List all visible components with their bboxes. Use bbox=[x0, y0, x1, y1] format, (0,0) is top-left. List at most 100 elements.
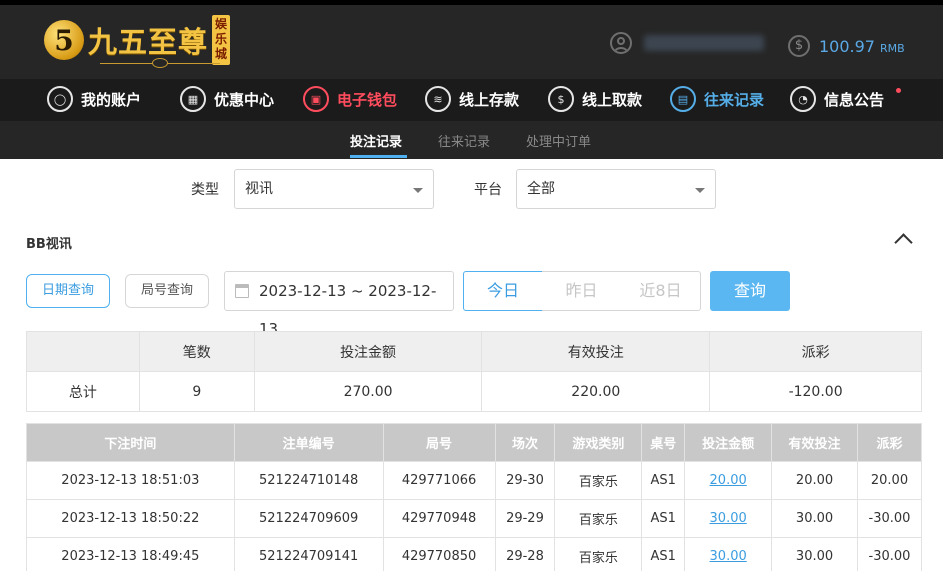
gift-icon: ▦ bbox=[180, 86, 206, 112]
active-tab-indicator bbox=[350, 155, 407, 158]
balance-amount: 100.97 bbox=[819, 36, 875, 56]
type-select-value: 视讯 bbox=[245, 181, 273, 197]
username-redacted bbox=[644, 35, 764, 51]
type-label: 类型 bbox=[191, 182, 219, 198]
quick-last-8-days-button[interactable]: 近8日 bbox=[621, 271, 701, 311]
table-row: 2023-12-13 18:51:03 521224710148 4297710… bbox=[26, 461, 923, 500]
cell-round-id: 429770948 bbox=[382, 499, 496, 538]
nav-announcements[interactable]: ◔ 信息公告 bbox=[790, 86, 884, 112]
nav-label: 优惠中心 bbox=[214, 90, 275, 109]
records-header-row: 下注时间 注单编号 局号 场次 游戏类别 桌号 投注金额 有效投注 派彩 bbox=[26, 423, 923, 462]
platform-select[interactable]: 全部 bbox=[516, 169, 716, 209]
sub-tabs: 投注记录 往来记录 处理中订单 bbox=[0, 121, 943, 159]
nav-label: 电子钱包 bbox=[337, 90, 398, 109]
chevron-up-icon[interactable] bbox=[894, 233, 913, 252]
tab-transaction-records[interactable]: 往来记录 bbox=[438, 131, 490, 150]
column-header: 场次 bbox=[494, 423, 556, 462]
summary-header-cell: 投注金额 bbox=[253, 331, 483, 372]
column-header: 下注时间 bbox=[26, 423, 235, 462]
bell-icon: ◔ bbox=[790, 86, 816, 112]
cell-bet-time: 2023-12-13 18:51:03 bbox=[26, 461, 235, 500]
wallet-icon: ▣ bbox=[303, 86, 329, 112]
cell-round-id: 429770850 bbox=[382, 537, 496, 571]
cell-table-no: AS1 bbox=[641, 461, 686, 500]
nav-promotions[interactable]: ▦ 优惠中心 bbox=[180, 86, 274, 112]
cell-bet-time: 2023-12-13 18:49:45 bbox=[26, 537, 235, 571]
bet-amount-link[interactable]: 30.00 bbox=[710, 511, 747, 526]
type-select[interactable]: 视讯 bbox=[234, 169, 434, 209]
column-header: 注单编号 bbox=[233, 423, 384, 462]
tab-pending-orders[interactable]: 处理中订单 bbox=[526, 131, 591, 150]
date-range-input[interactable]: 2023-12-13 ~ 2023-12-13 bbox=[224, 271, 454, 338]
nav-label: 我的账户 bbox=[81, 90, 142, 109]
date-query-button[interactable]: 日期查询 bbox=[26, 274, 110, 308]
logo-badge-icon: 5 bbox=[44, 20, 84, 60]
cell-game-type: 百家乐 bbox=[554, 499, 643, 538]
column-header: 桌号 bbox=[641, 423, 686, 462]
nav-online-deposit[interactable]: ≋ 线上存款 bbox=[425, 86, 519, 112]
round-query-button[interactable]: 局号查询 bbox=[125, 274, 209, 308]
cell-bet-id: 521224709141 bbox=[233, 537, 384, 571]
query-button[interactable]: 查询 bbox=[710, 271, 790, 311]
cell-bet-amount: 20.00 bbox=[684, 461, 773, 500]
cell-table-no: AS1 bbox=[641, 537, 686, 571]
user-area[interactable] bbox=[610, 32, 764, 54]
balance-unit: RMB bbox=[879, 41, 905, 55]
tab-bet-records[interactable]: 投注记录 bbox=[350, 131, 402, 150]
cell-valid-bet: 30.00 bbox=[771, 537, 858, 571]
cell-payout: -30.00 bbox=[856, 537, 923, 571]
nav-my-account[interactable]: ◯ 我的账户 bbox=[47, 86, 141, 112]
bet-amount-link[interactable]: 20.00 bbox=[710, 473, 747, 488]
nav-online-withdraw[interactable]: $ 线上取款 bbox=[548, 86, 642, 112]
quick-today-button[interactable]: 今日 bbox=[463, 271, 543, 311]
summary-cell: -120.00 bbox=[709, 371, 922, 412]
table-row: 2023-12-13 18:49:45 521224709141 4297708… bbox=[26, 537, 923, 571]
column-header: 有效投注 bbox=[771, 423, 858, 462]
main-nav: ◯ 我的账户 ▦ 优惠中心 ▣ 电子钱包 ≋ 线上存款 $ 线上取款 ▤ 往来记… bbox=[0, 79, 943, 121]
summary-header-row: 笔数 投注金额 有效投注 派彩 bbox=[26, 331, 922, 372]
chevron-down-icon bbox=[413, 188, 423, 193]
cell-game-type: 百家乐 bbox=[554, 461, 643, 500]
nav-e-wallet[interactable]: ▣ 电子钱包 bbox=[303, 86, 397, 112]
balance-display: $ 100.97 RMB bbox=[788, 35, 905, 57]
platform-select-value: 全部 bbox=[527, 181, 555, 197]
nav-records[interactable]: ▤ 往来记录 bbox=[670, 86, 764, 112]
bet-amount-link[interactable]: 30.00 bbox=[710, 549, 747, 564]
summary-header-cell: 笔数 bbox=[138, 331, 255, 372]
table-row: 2023-12-13 18:50:22 521224709609 4297709… bbox=[26, 499, 923, 538]
cell-bet-id: 521224710148 bbox=[233, 461, 384, 500]
logo-ornament bbox=[100, 56, 220, 68]
summary-header-cell: 有效投注 bbox=[481, 331, 711, 372]
column-header: 游戏类别 bbox=[554, 423, 643, 462]
summary-header-cell bbox=[26, 331, 140, 372]
cell-table-no: AS1 bbox=[641, 499, 686, 538]
summary-table: 笔数 投注金额 有效投注 派彩 总计 9 270.00 220.00 -120.… bbox=[26, 331, 922, 412]
deposit-icon: ≋ bbox=[425, 86, 451, 112]
chevron-down-icon bbox=[695, 188, 705, 193]
nav-label: 信息公告 bbox=[824, 90, 885, 109]
summary-cell: 9 bbox=[138, 371, 255, 412]
column-header: 局号 bbox=[382, 423, 496, 462]
cell-bet-id: 521224709609 bbox=[233, 499, 384, 538]
cell-valid-bet: 30.00 bbox=[771, 499, 858, 538]
nav-label: 往来记录 bbox=[704, 90, 765, 109]
summary-cell: 270.00 bbox=[253, 371, 483, 412]
records-table: 下注时间 注单编号 局号 场次 游戏类别 桌号 投注金额 有效投注 派彩 202… bbox=[26, 423, 923, 571]
cell-valid-bet: 20.00 bbox=[771, 461, 858, 500]
nav-label: 线上存款 bbox=[459, 90, 520, 109]
summary-cell: 220.00 bbox=[481, 371, 711, 412]
cell-session: 29-29 bbox=[494, 499, 556, 538]
user-avatar-icon bbox=[610, 32, 632, 54]
cell-session: 29-30 bbox=[494, 461, 556, 500]
coin-icon: $ bbox=[788, 35, 810, 57]
platform-label: 平台 bbox=[474, 182, 502, 198]
cell-payout: -30.00 bbox=[856, 499, 923, 538]
cell-payout: 20.00 bbox=[856, 461, 923, 500]
quick-yesterday-button[interactable]: 昨日 bbox=[542, 271, 622, 311]
summary-cell: 总计 bbox=[26, 371, 140, 412]
cell-bet-time: 2023-12-13 18:50:22 bbox=[26, 499, 235, 538]
summary-row: 总计 9 270.00 220.00 -120.00 bbox=[26, 371, 922, 412]
calendar-icon bbox=[235, 284, 249, 298]
section-title: BB视讯 bbox=[26, 237, 72, 252]
cell-round-id: 429771066 bbox=[382, 461, 496, 500]
